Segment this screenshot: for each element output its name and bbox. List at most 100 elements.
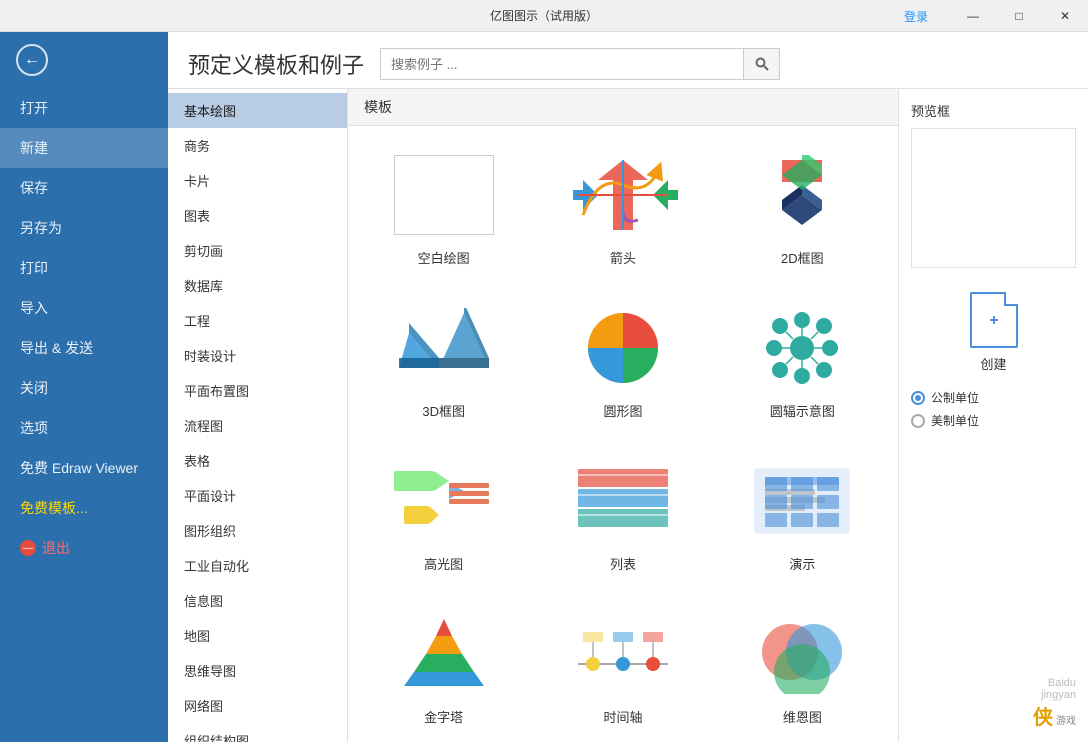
radio-metric-dot <box>911 391 925 405</box>
category-item-mindmap[interactable]: 思维导图 <box>168 653 347 688</box>
template-thumb-3dblock <box>384 303 504 393</box>
template-label-venn: 维恩图 <box>783 707 822 726</box>
exit-icon: — <box>20 540 36 556</box>
category-item-card[interactable]: 卡片 <box>168 163 347 198</box>
search-icon <box>755 57 769 71</box>
search-input[interactable] <box>381 49 743 79</box>
template-label-arrow: 箭头 <box>610 248 636 267</box>
sidebar-item-print[interactable]: 打印 <box>0 248 168 288</box>
title-bar: 亿图图示（试用版） 登录 — □ ✕ <box>0 0 1088 32</box>
template-label-timeline: 时间轴 <box>603 707 642 726</box>
preview-panel: 预览框 创建 公制单位 <box>898 89 1088 742</box>
sidebar-item-open[interactable]: 打开 <box>0 88 168 128</box>
radio-metric[interactable]: 公制单位 <box>911 389 1076 406</box>
minimize-button[interactable]: — <box>950 0 996 32</box>
content-header: 预定义模板和例子 <box>168 32 1088 89</box>
category-item-floorplan[interactable]: 平面布置图 <box>168 373 347 408</box>
template-label-3dblock: 3D框图 <box>422 401 465 420</box>
template-thumb-timeline <box>563 609 683 699</box>
template-thumb-blank <box>384 150 504 240</box>
sidebar-item-edraw[interactable]: 免费 Edraw Viewer <box>0 448 168 488</box>
sidebar-item-options[interactable]: 选项 <box>0 408 168 448</box>
template-label-2dblock: 2D框图 <box>781 248 824 267</box>
watermark-area: Baidujingyan 侠 游戏 <box>911 650 1076 730</box>
sidebar-item-save[interactable]: 保存 <box>0 168 168 208</box>
template-label-blank: 空白绘图 <box>418 248 470 267</box>
template-venn[interactable]: 维恩图 <box>723 601 882 734</box>
template-highlight[interactable]: 高光图 <box>364 448 523 581</box>
template-list[interactable]: 列表 <box>543 448 702 581</box>
template-radial[interactable]: 圆辐示意图 <box>723 295 882 428</box>
template-thumb-radial <box>742 303 862 393</box>
unit-radio-group: 公制单位 美制单位 <box>911 389 1076 435</box>
template-thumb-list <box>563 456 683 546</box>
back-circle-icon: ← <box>16 44 48 76</box>
category-item-clipart[interactable]: 剪切画 <box>168 233 347 268</box>
template-arrow[interactable]: 箭头 <box>543 142 702 275</box>
category-item-network[interactable]: 网络图 <box>168 688 347 723</box>
create-label: 创建 <box>980 354 1006 373</box>
sidebar: ← 打开 新建 保存 另存为 打印 导入 导出 & 发送 关闭 选项 免费 Ed… <box>0 32 168 742</box>
template-timeline[interactable]: 时间轴 <box>543 601 702 734</box>
search-bar <box>380 48 780 80</box>
template-thumb-highlight <box>384 456 504 546</box>
category-item-chart[interactable]: 图表 <box>168 198 347 233</box>
category-item-table[interactable]: 表格 <box>168 443 347 478</box>
category-item-industrial[interactable]: 工业自动化 <box>168 548 347 583</box>
radio-imperial[interactable]: 美制单位 <box>911 412 1076 429</box>
category-item-flowchart[interactable]: 流程图 <box>168 408 347 443</box>
maximize-button[interactable]: □ <box>996 0 1042 32</box>
watermark-text: Baidujingyan 侠 游戏 <box>1033 677 1076 730</box>
category-item-graphicorg[interactable]: 图形组织 <box>168 513 347 548</box>
template-label-pyramid: 金字塔 <box>424 707 463 726</box>
template-pyramid[interactable]: 金字塔 <box>364 601 523 734</box>
preview-title: 预览框 <box>911 101 1076 120</box>
sidebar-item-saveas[interactable]: 另存为 <box>0 208 168 248</box>
search-button[interactable] <box>743 49 779 79</box>
category-item-infographic[interactable]: 信息图 <box>168 583 347 618</box>
category-item-fashion[interactable]: 时装设计 <box>168 338 347 373</box>
radio-imperial-label: 美制单位 <box>931 412 979 429</box>
template-presentation[interactable]: 演示 <box>723 448 882 581</box>
template-thumb-arrow <box>563 150 683 240</box>
main-layout: ← 打开 新建 保存 另存为 打印 导入 导出 & 发送 关闭 选项 免费 Ed… <box>0 32 1088 742</box>
category-item-orgchart[interactable]: 组织结构图 <box>168 723 347 742</box>
radio-imperial-dot <box>911 414 925 428</box>
page-title: 预定义模板和例子 <box>188 48 364 80</box>
category-item-map[interactable]: 地图 <box>168 618 347 653</box>
templates-header: 模板 <box>348 89 898 126</box>
sidebar-item-free-templates[interactable]: 免费模板... <box>0 488 168 528</box>
radio-metric-label: 公制单位 <box>931 389 979 406</box>
sidebar-item-exit[interactable]: — 退出 <box>0 528 168 568</box>
template-thumb-2dblock <box>742 150 862 240</box>
category-item-business[interactable]: 商务 <box>168 128 347 163</box>
login-link[interactable]: 登录 <box>904 8 928 25</box>
body-split: 基本绘图 商务 卡片 图表 剪切画 数据库 工程 时装设计 平面布置图 流程图 … <box>168 89 1088 742</box>
sidebar-item-new[interactable]: 新建 <box>0 128 168 168</box>
sidebar-item-export[interactable]: 导出 & 发送 <box>0 328 168 368</box>
sidebar-item-import[interactable]: 导入 <box>0 288 168 328</box>
sidebar-item-close[interactable]: 关闭 <box>0 368 168 408</box>
category-item-engineering[interactable]: 工程 <box>168 303 347 338</box>
template-thumb-pyramid <box>384 609 504 699</box>
template-label-pie: 圆形图 <box>603 401 642 420</box>
template-thumb-presentation <box>742 456 862 546</box>
back-button[interactable]: ← <box>0 32 168 88</box>
template-2dblock[interactable]: 2D框图 <box>723 142 882 275</box>
template-pie[interactable]: 圆形图 <box>543 295 702 428</box>
category-item-basic[interactable]: 基本绘图 <box>168 93 347 128</box>
template-thumb-venn <box>742 609 862 699</box>
close-button[interactable]: ✕ <box>1042 0 1088 32</box>
template-label-highlight: 高光图 <box>424 554 463 573</box>
window-controls: — □ ✕ <box>950 0 1088 32</box>
category-list-inner: 基本绘图 商务 卡片 图表 剪切画 数据库 工程 时装设计 平面布置图 流程图 … <box>168 89 347 742</box>
content-area: 预定义模板和例子 基本绘图 商务 卡片 图表 <box>168 32 1088 742</box>
category-item-database[interactable]: 数据库 <box>168 268 347 303</box>
template-thumb-pie <box>563 303 683 393</box>
template-3dblock[interactable]: 3D框图 <box>364 295 523 428</box>
template-label-radial: 圆辐示意图 <box>770 401 835 420</box>
category-item-flatdesign[interactable]: 平面设计 <box>168 478 347 513</box>
template-blank[interactable]: 空白绘图 <box>364 142 523 275</box>
create-icon <box>970 292 1018 348</box>
create-button[interactable]: 创建 <box>970 292 1018 373</box>
